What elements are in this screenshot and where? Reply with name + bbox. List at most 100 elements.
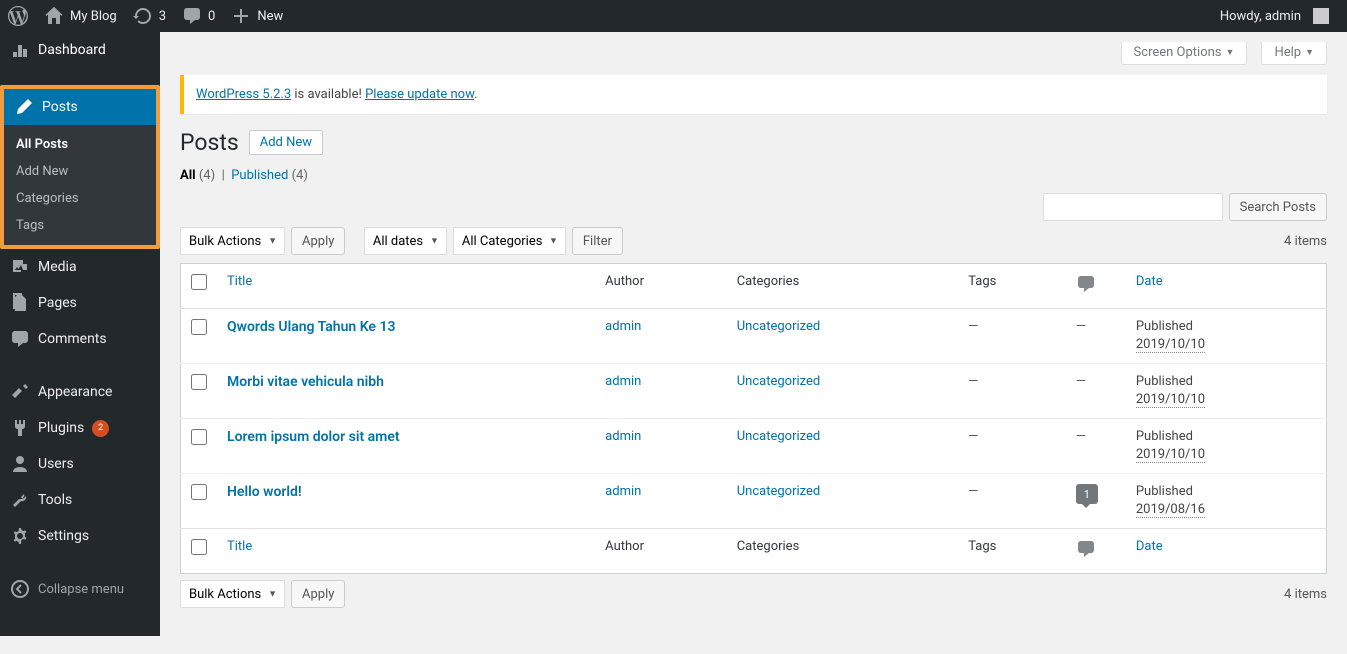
update-now-link[interactable]: Please update now xyxy=(365,87,474,102)
col-title-header[interactable]: Title xyxy=(227,274,252,289)
add-new-button[interactable]: Add New xyxy=(249,130,323,155)
filter-all-label[interactable]: All xyxy=(180,168,196,183)
filter-published-link[interactable]: Published xyxy=(231,168,288,183)
posts-menu-highlight: Posts All Posts Add New Categories Tags xyxy=(0,85,160,249)
filter-all-count: (4) xyxy=(199,168,215,183)
row-author-link[interactable]: admin xyxy=(605,429,641,444)
row-title-link[interactable]: Hello world! xyxy=(227,484,302,500)
post-status-filter: All (4) | Published (4) xyxy=(180,168,1327,183)
notice-text: is available! xyxy=(291,87,365,102)
row-comments-count[interactable]: 1 xyxy=(1076,484,1098,504)
apply-bulk-button[interactable]: Apply xyxy=(291,227,345,255)
submenu-add-new[interactable]: Add New xyxy=(4,158,156,185)
submenu-categories[interactable]: Categories xyxy=(4,185,156,212)
appearance-icon xyxy=(10,382,30,402)
table-row: Hello world!adminUncategorized—1Publishe… xyxy=(181,474,1327,529)
row-category-link[interactable]: Uncategorized xyxy=(737,374,820,389)
page-title: Posts xyxy=(180,129,239,156)
row-checkbox[interactable] xyxy=(191,484,207,500)
comments-icon xyxy=(182,6,202,26)
row-comments-dash: — xyxy=(1076,429,1086,444)
menu-pages-label: Pages xyxy=(38,295,77,311)
col-categories-header: Categories xyxy=(727,264,958,309)
row-checkbox[interactable] xyxy=(191,319,207,335)
row-tags: — xyxy=(968,429,978,444)
categories-filter-select[interactable]: All Categories xyxy=(453,227,566,255)
row-category-link[interactable]: Uncategorized xyxy=(737,484,820,499)
dashboard-icon xyxy=(10,40,30,60)
bulk-actions-select[interactable]: Bulk Actions xyxy=(180,227,285,255)
col-date-header[interactable]: Date xyxy=(1136,274,1163,289)
comments-count: 0 xyxy=(208,9,215,24)
plugins-update-count: 2 xyxy=(92,420,109,437)
select-all-top[interactable] xyxy=(191,274,207,290)
menu-dashboard-label: Dashboard xyxy=(38,42,106,58)
row-category-link[interactable]: Uncategorized xyxy=(737,319,820,334)
pages-icon xyxy=(10,293,30,313)
row-date: 2019/10/10 xyxy=(1136,337,1205,353)
menu-settings[interactable]: Settings xyxy=(0,518,160,554)
row-tags: — xyxy=(968,374,978,389)
plus-icon xyxy=(231,6,251,26)
apply-bulk-button-bottom[interactable]: Apply xyxy=(291,580,345,608)
wp-logo[interactable] xyxy=(0,0,36,32)
menu-posts[interactable]: Posts xyxy=(4,89,156,125)
posts-table: Title Author Categories Tags Date Qwords… xyxy=(180,263,1327,574)
tablenav-top: Bulk Actions Apply All dates All Categor… xyxy=(180,227,1327,255)
row-status: Published xyxy=(1136,319,1193,334)
row-tags: — xyxy=(968,319,978,334)
menu-comments[interactable]: Comments xyxy=(0,321,160,357)
comments-column-icon xyxy=(1076,274,1096,294)
users-icon xyxy=(10,454,30,474)
row-author-link[interactable]: admin xyxy=(605,484,641,499)
my-account[interactable]: Howdy, admin xyxy=(1212,0,1337,32)
comments-link[interactable]: 0 xyxy=(174,0,223,32)
menu-tools[interactable]: Tools xyxy=(0,482,160,518)
admin-bar: My Blog 3 0 New Howdy, admin xyxy=(0,0,1347,32)
search-bar-row: Search Posts xyxy=(180,193,1327,221)
row-checkbox[interactable] xyxy=(191,429,207,445)
menu-media[interactable]: Media xyxy=(0,249,160,285)
col-title-footer[interactable]: Title xyxy=(227,539,252,554)
row-checkbox[interactable] xyxy=(191,374,207,390)
row-title-link[interactable]: Morbi vitae vehicula nibh xyxy=(227,374,384,390)
help-button[interactable]: Help xyxy=(1261,42,1327,65)
menu-dashboard[interactable]: Dashboard xyxy=(0,32,160,68)
search-posts-button[interactable]: Search Posts xyxy=(1229,193,1327,221)
wp-version-link[interactable]: WordPress 5.2.3 xyxy=(196,87,291,102)
menu-plugins[interactable]: Plugins 2 xyxy=(0,410,160,446)
updates-icon xyxy=(133,6,153,26)
row-date: 2019/08/16 xyxy=(1136,502,1205,518)
submenu-tags[interactable]: Tags xyxy=(4,212,156,239)
filter-button[interactable]: Filter xyxy=(572,227,623,255)
search-input[interactable] xyxy=(1043,193,1223,221)
collapse-menu[interactable]: Collapse menu xyxy=(0,571,160,607)
row-category-link[interactable]: Uncategorized xyxy=(737,429,820,444)
media-icon xyxy=(10,257,30,277)
row-comments-dash: — xyxy=(1076,374,1086,389)
col-categories-footer: Categories xyxy=(727,529,958,574)
dates-filter-select[interactable]: All dates xyxy=(364,227,447,255)
menu-pages[interactable]: Pages xyxy=(0,285,160,321)
screen-options-button[interactable]: Screen Options xyxy=(1121,42,1248,65)
row-title-link[interactable]: Qwords Ulang Tahun Ke 13 xyxy=(227,319,395,335)
col-date-footer[interactable]: Date xyxy=(1136,539,1163,554)
row-author-link[interactable]: admin xyxy=(605,374,641,389)
new-content-link[interactable]: New xyxy=(223,0,291,32)
row-date: 2019/10/10 xyxy=(1136,447,1205,463)
row-author-link[interactable]: admin xyxy=(605,319,641,334)
menu-appearance[interactable]: Appearance xyxy=(0,374,160,410)
posts-icon xyxy=(14,97,34,117)
site-name-link[interactable]: My Blog xyxy=(36,0,125,32)
select-all-bottom[interactable] xyxy=(191,539,207,555)
site-name: My Blog xyxy=(70,9,117,24)
updates-link[interactable]: 3 xyxy=(125,0,174,32)
menu-users[interactable]: Users xyxy=(0,446,160,482)
menu-media-label: Media xyxy=(38,259,77,275)
home-icon xyxy=(44,6,64,26)
comments-menu-icon xyxy=(10,329,30,349)
submenu-all-posts[interactable]: All Posts xyxy=(4,131,156,158)
row-title-link[interactable]: Lorem ipsum dolor sit amet xyxy=(227,429,400,445)
bulk-actions-select-bottom[interactable]: Bulk Actions xyxy=(180,580,285,608)
settings-icon xyxy=(10,526,30,546)
